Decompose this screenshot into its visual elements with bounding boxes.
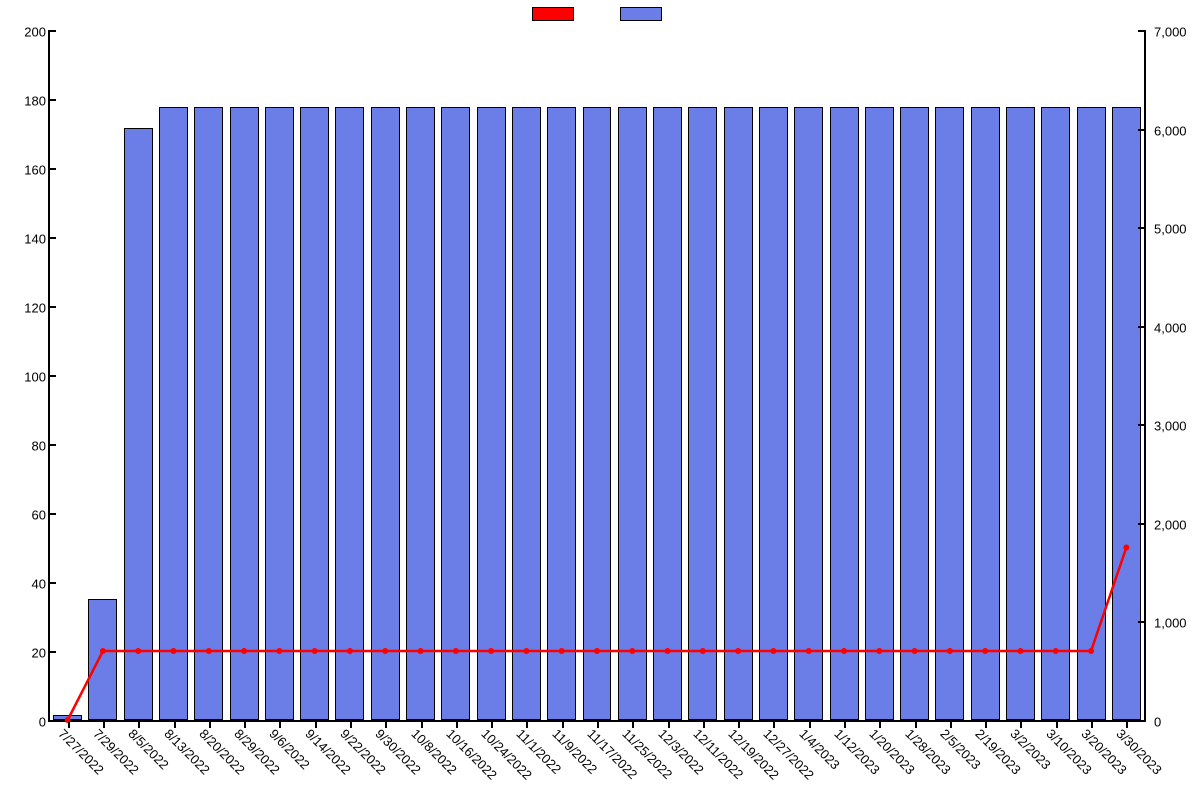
y-left-tick: 40: [0, 577, 46, 592]
line-marker: [418, 648, 424, 654]
line-marker: [382, 648, 388, 654]
line-marker: [629, 648, 635, 654]
y-left-tick: 160: [0, 163, 46, 178]
line-marker: [1088, 648, 1094, 654]
y-left-tick: 120: [0, 301, 46, 316]
line-marker: [523, 648, 529, 654]
y-right-tick: 2,000: [1154, 517, 1200, 532]
line-marker: [559, 648, 565, 654]
y-axis-right: 01,0002,0003,0004,0005,0006,0007,000: [1154, 30, 1200, 722]
line-series: [68, 548, 1127, 721]
line-marker: [982, 648, 988, 654]
line-marker: [806, 648, 812, 654]
y-right-tick: 1,000: [1154, 616, 1200, 631]
chart-legend: [0, 4, 1200, 24]
legend-item-line: [532, 7, 580, 21]
y-right-tick: 0: [1154, 715, 1200, 730]
line-marker: [135, 648, 141, 654]
line-marker: [700, 648, 706, 654]
y-right-tick: 7,000: [1154, 25, 1200, 40]
line-marker: [347, 648, 353, 654]
line-marker: [947, 648, 953, 654]
line-marker: [312, 648, 318, 654]
y-left-tick: 0: [0, 715, 46, 730]
y-right-tick: 6,000: [1154, 123, 1200, 138]
line-layer: [50, 30, 1144, 720]
legend-swatch-red: [532, 7, 574, 21]
line-marker: [665, 648, 671, 654]
y-left-tick: 80: [0, 439, 46, 454]
y-left-tick: 180: [0, 94, 46, 109]
plot-area: [48, 30, 1146, 722]
line-marker: [594, 648, 600, 654]
legend-item-bar: [620, 7, 668, 21]
y-right-tick: 4,000: [1154, 320, 1200, 335]
y-right-tick: 3,000: [1154, 419, 1200, 434]
line-marker: [912, 648, 918, 654]
line-marker: [1123, 545, 1129, 551]
line-marker: [100, 648, 106, 654]
x-axis-labels: 7/27/20227/29/20228/5/20228/13/20228/20/…: [48, 724, 1146, 800]
y-left-tick: 200: [0, 25, 46, 40]
y-left-tick: 140: [0, 232, 46, 247]
y-right-tick: 5,000: [1154, 222, 1200, 237]
chart-container: 0 20 40 60 80 100 120 140 160 180 200 0 1,000 2,000 3…: [0, 0, 1200, 800]
y-axis-left: 020406080100120140160180200: [0, 30, 46, 722]
line-marker: [488, 648, 494, 654]
line-marker: [1053, 648, 1059, 654]
legend-swatch-blue: [620, 7, 662, 21]
line-marker: [453, 648, 459, 654]
line-marker: [876, 648, 882, 654]
y-left-tick: 20: [0, 646, 46, 661]
line-marker: [770, 648, 776, 654]
line-marker: [841, 648, 847, 654]
y-left-tick: 60: [0, 508, 46, 523]
line-marker: [735, 648, 741, 654]
line-marker: [241, 648, 247, 654]
line-marker: [276, 648, 282, 654]
line-marker: [171, 648, 177, 654]
y-left-tick: 100: [0, 370, 46, 385]
line-marker: [206, 648, 212, 654]
line-marker: [1017, 648, 1023, 654]
